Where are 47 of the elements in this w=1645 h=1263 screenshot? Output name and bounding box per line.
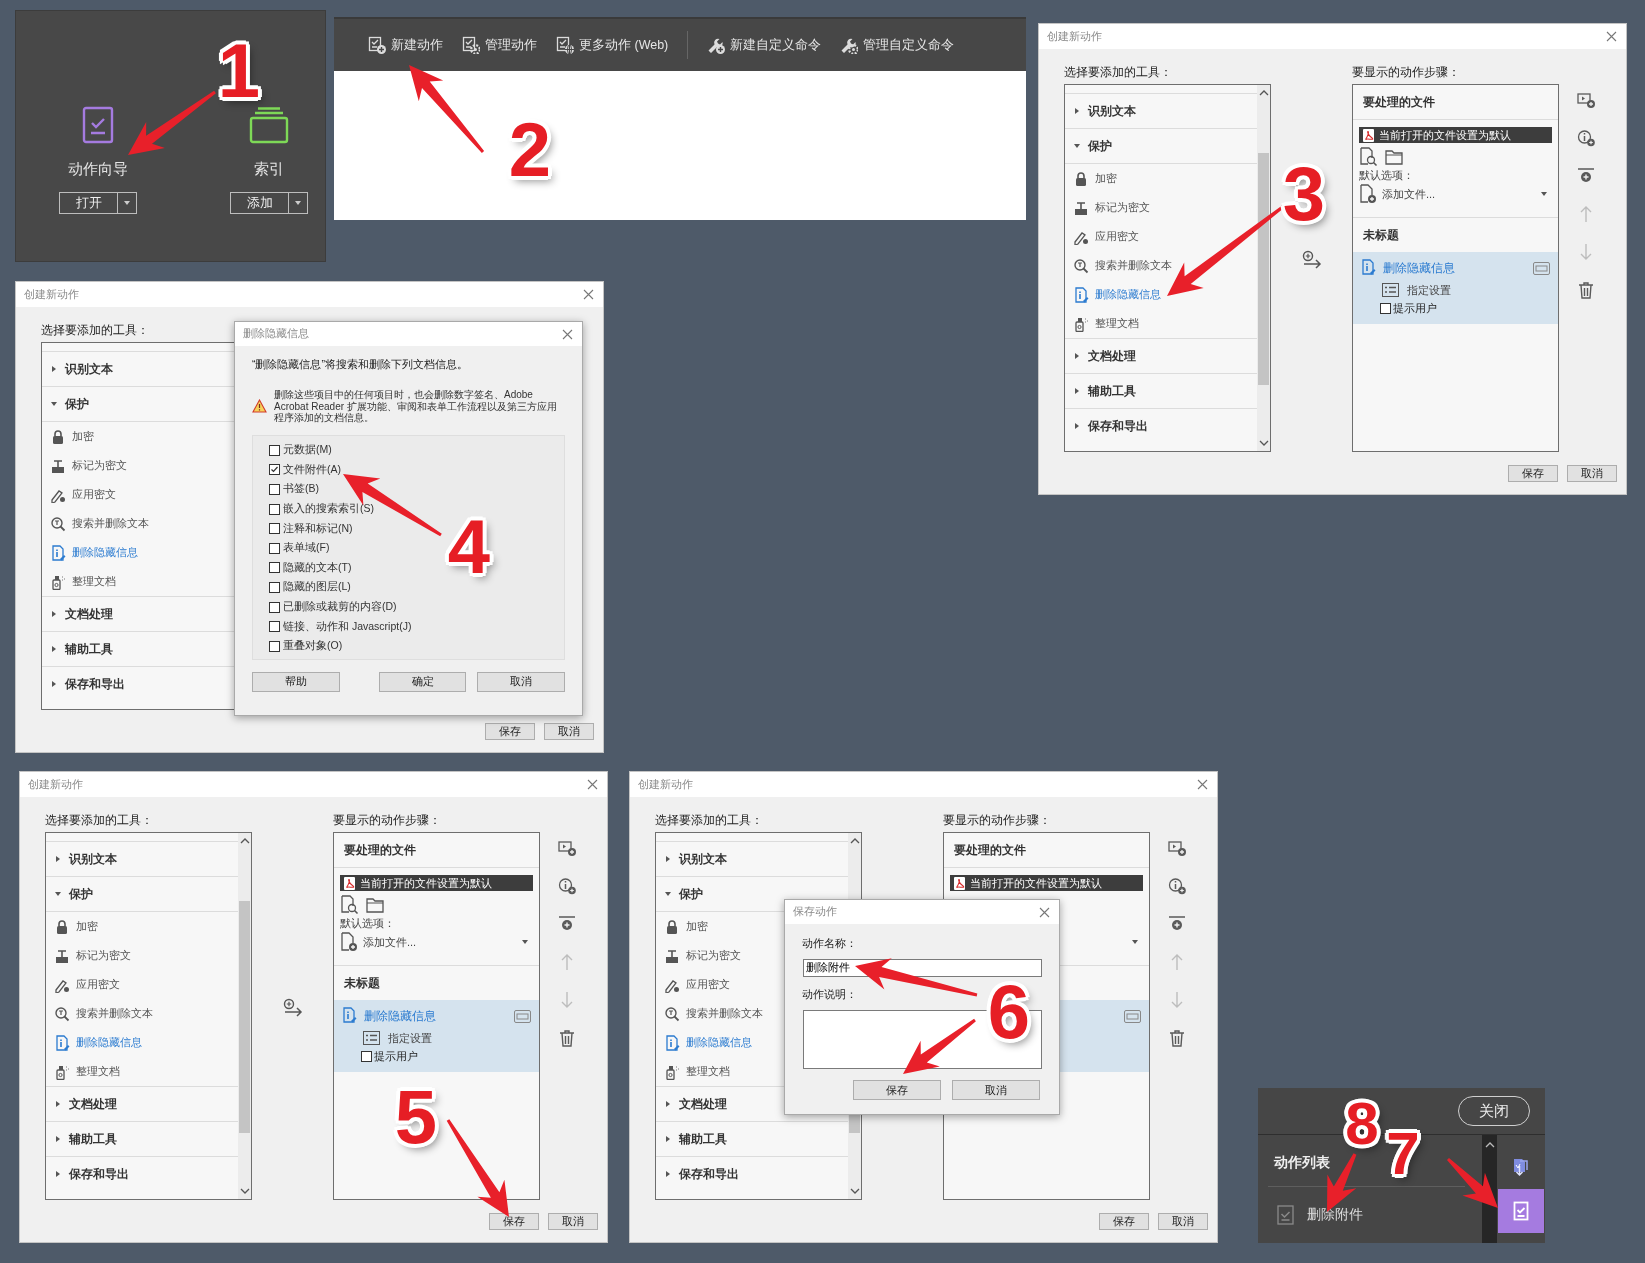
checkbox-label: 隐藏的图层(L)	[283, 580, 351, 595]
step-number: 2	[508, 112, 552, 188]
tool-label: 动作向导	[68, 159, 128, 179]
step-number: 1	[217, 33, 261, 109]
checkbox-label: 书签(B)	[283, 482, 319, 497]
section-label: 要显示的动作步骤：	[943, 812, 1052, 829]
window-title: 创建新动作	[28, 777, 83, 792]
checkbox-label: 文件附件(A)	[283, 462, 341, 477]
window-title: 创建新动作	[24, 287, 79, 302]
window-title: 创建新动作	[638, 777, 693, 792]
step-label: 删除隐藏信息	[364, 1008, 436, 1024]
section-label: 选择要添加的工具：	[655, 812, 764, 829]
section-label: 要显示的动作步骤：	[333, 812, 442, 829]
field-label: 默认选项：	[1359, 169, 1414, 181]
description-text: “删除隐藏信息”将搜索和删除下列文档信息。	[252, 358, 469, 372]
checkbox-label: 重叠对象(O)	[283, 639, 343, 654]
section-header: 要处理的文件	[954, 841, 1026, 859]
warning-text: 删除这些项目中的任何项目时，也会删除数字签名、Adobe Acrobat Reader 扩展功能、审阅和表单工作流程以及第三方应用程序添加的文档信息。	[274, 389, 558, 424]
checkbox-label: 嵌入的搜索索引(S)	[283, 502, 374, 517]
window-title: 创建新动作	[1047, 29, 1102, 44]
checkbox-label: 提示用户	[1393, 300, 1437, 316]
checkbox-label: 表单域(F)	[283, 541, 330, 556]
section-label: 选择要添加的工具：	[1064, 64, 1173, 81]
tool-label: 索引	[254, 159, 284, 179]
window-title: 删除隐藏信息	[243, 327, 309, 341]
field-label: 动作说明：	[802, 987, 858, 1002]
section-label: 选择要添加的工具：	[45, 812, 154, 829]
checkbox-label: 链接、动作和 Javascript(J)	[283, 619, 412, 634]
step-number: 5	[394, 1079, 438, 1155]
section-header: 要处理的文件	[1363, 93, 1435, 111]
field-label: 动作名称：	[802, 936, 858, 951]
section-header: 未标题	[344, 974, 380, 992]
step-number: 7	[1386, 1124, 1420, 1184]
section-label: 选择要添加的工具：	[41, 322, 150, 339]
checkbox-label: 注释和标记(N)	[283, 521, 353, 536]
step-number: 3	[1282, 156, 1326, 232]
checkbox-label: 元数据(M)	[283, 443, 332, 458]
field-label: 默认选项：	[340, 917, 395, 929]
section-label: 要显示的动作步骤：	[1352, 64, 1461, 81]
step-label: 删除隐藏信息	[1383, 260, 1455, 276]
checkbox-label: 提示用户	[374, 1048, 418, 1064]
section-header: 要处理的文件	[344, 841, 416, 859]
section-header: 未标题	[1363, 226, 1399, 244]
checkbox-label: 已删除或裁剪的内容(D)	[283, 600, 397, 615]
checkbox-label: 隐藏的文本(T)	[283, 560, 352, 575]
step-number: 4	[447, 509, 491, 585]
step-number: 8	[1345, 1094, 1379, 1154]
